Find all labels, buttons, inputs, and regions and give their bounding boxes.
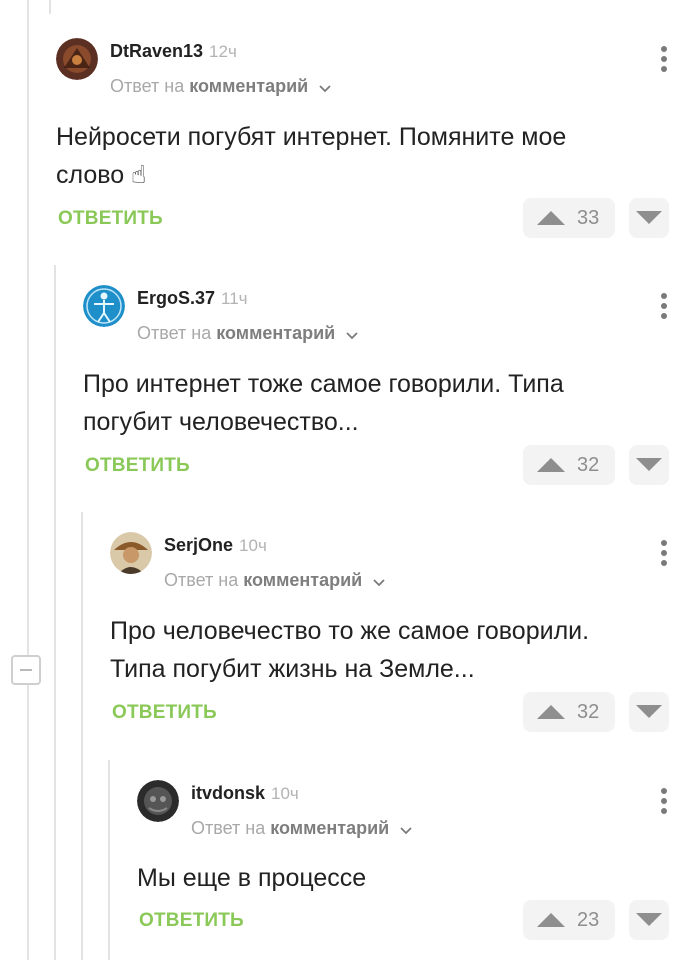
avatar[interactable] — [56, 38, 98, 80]
upvote-button[interactable]: 33 — [523, 198, 615, 238]
reply-to-link[interactable]: Ответ на комментарий — [110, 76, 331, 98]
chevron-down-icon[interactable] — [373, 571, 385, 592]
chevron-down-icon[interactable] — [400, 819, 412, 840]
reply-to-target[interactable]: комментарий — [216, 323, 335, 343]
upvote-button[interactable]: 23 — [523, 900, 615, 940]
downvote-arrow-icon — [636, 705, 662, 718]
more-vertical-icon[interactable] — [661, 46, 667, 74]
reply-to-link[interactable]: Ответ на комментарий — [137, 323, 358, 345]
comment-text-line: слово ☝ — [56, 161, 147, 189]
reply-to-prefix: Ответ на — [137, 323, 212, 343]
reply-button[interactable]: ОТВЕТИТЬ — [112, 702, 217, 724]
rating-count: 32 — [577, 701, 600, 723]
thread-line-level-2 — [81, 512, 83, 960]
username-text[interactable]: itvdonsk — [191, 783, 265, 803]
downvote-arrow-icon — [636, 211, 662, 224]
avatar[interactable] — [110, 532, 152, 574]
thread-line-top — [49, 0, 51, 14]
downvote-arrow-icon — [636, 458, 662, 471]
more-vertical-icon[interactable] — [661, 293, 667, 321]
timestamp: 12ч — [209, 42, 237, 61]
downvote-button[interactable] — [629, 198, 669, 238]
downvote-button[interactable] — [629, 692, 669, 732]
avatar[interactable] — [83, 285, 125, 327]
comment-text: Мы еще в процессе — [137, 859, 366, 897]
comment-text-line: Про человечество то же самое говорили. — [110, 617, 590, 645]
thread-line-root — [27, 0, 29, 960]
upvote-button[interactable]: 32 — [523, 692, 615, 732]
username[interactable]: SerjOne 10ч — [164, 535, 267, 556]
upvote-button[interactable]: 32 — [523, 445, 615, 485]
username[interactable]: DtRaven13 12ч — [110, 41, 237, 62]
username[interactable]: itvdonsk 10ч — [191, 783, 299, 804]
username[interactable]: ErgoS.37 11ч — [137, 288, 248, 309]
downvote-button[interactable] — [629, 445, 669, 485]
reply-to-link[interactable]: Ответ на комментарий — [164, 570, 385, 592]
comment-text: Про человечество то же самое говорили. Т… — [110, 612, 589, 688]
more-vertical-icon[interactable] — [661, 540, 667, 568]
comment-text: Про интернет тоже самое говорили. Типа п… — [83, 365, 564, 441]
avatar[interactable] — [137, 780, 179, 822]
username-text[interactable]: SerjOne — [164, 535, 233, 555]
more-vertical-icon[interactable] — [661, 788, 667, 816]
upvote-arrow-icon — [537, 705, 565, 719]
reply-to-prefix: Ответ на — [164, 570, 239, 590]
comment-text-line: Мы еще в процессе — [137, 864, 367, 892]
username-text[interactable]: ErgoS.37 — [137, 288, 215, 308]
comment-text-line: Типа погубит жизнь на Земле... — [110, 655, 475, 683]
rating-count: 33 — [577, 207, 600, 229]
downvote-button[interactable] — [629, 900, 669, 940]
timestamp: 10ч — [239, 536, 267, 555]
reply-to-link[interactable]: Ответ на комментарий — [191, 818, 412, 840]
downvote-arrow-icon — [636, 913, 662, 926]
rating-count: 23 — [577, 909, 600, 931]
rating-count: 32 — [577, 454, 600, 476]
reply-to-prefix: Ответ на — [191, 818, 266, 838]
upvote-arrow-icon — [537, 211, 565, 225]
timestamp: 11ч — [221, 289, 248, 308]
timestamp: 10ч — [271, 784, 299, 803]
reply-button[interactable]: ОТВЕТИТЬ — [139, 910, 244, 932]
username-text[interactable]: DtRaven13 — [110, 41, 203, 61]
reply-button[interactable]: ОТВЕТИТЬ — [85, 455, 190, 477]
reply-to-target[interactable]: комментарий — [270, 818, 389, 838]
comment-text-line: погубит человечество... — [83, 408, 359, 436]
chevron-down-icon[interactable] — [346, 324, 358, 345]
upvote-arrow-icon — [537, 458, 565, 472]
chevron-down-icon[interactable] — [319, 77, 331, 98]
reply-button[interactable]: ОТВЕТИТЬ — [58, 208, 163, 230]
collapse-thread-button[interactable] — [11, 655, 41, 685]
reply-to-prefix: Ответ на — [110, 76, 185, 96]
comment-text-line: Нейросети погубят интернет. Помяните мое — [56, 123, 567, 151]
thread-line-level-3 — [108, 760, 110, 960]
comment-text: Нейросети погубят интернет. Помяните мое… — [56, 118, 566, 194]
upvote-arrow-icon — [537, 913, 565, 927]
comment-text-line: Про интернет тоже самое говорили. Типа — [83, 370, 564, 398]
thread-line-level-1 — [54, 265, 56, 960]
reply-to-target[interactable]: комментарий — [189, 76, 308, 96]
reply-to-target[interactable]: комментарий — [243, 570, 362, 590]
